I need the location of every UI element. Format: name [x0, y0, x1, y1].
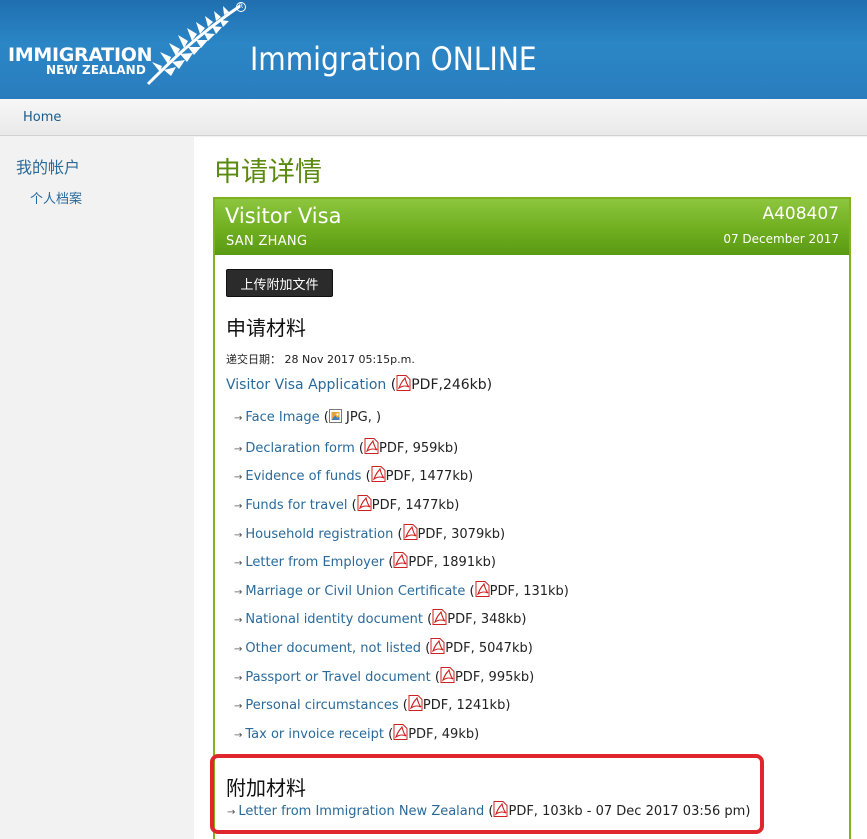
document-link[interactable]: Evidence of funds [245, 469, 361, 484]
submit-date: 递交日期： 28 Nov 2017 05:15p.m. [226, 351, 415, 367]
pdf-icon[interactable] [393, 724, 408, 740]
pdf-icon[interactable] [430, 638, 445, 654]
arrow-bullet-icon: → [234, 615, 243, 626]
list-item: → Other document, not listed (PDF, 5047kb… [234, 638, 533, 656]
arrow-bullet-icon: → [234, 530, 243, 541]
nav-bar: Home [0, 99, 867, 136]
arrow-bullet-icon: → [234, 587, 243, 598]
main-document: Visitor Visa Application (PDF,246kb) [226, 375, 493, 393]
list-item: → Personal circumstances (PDF, 1241kb) [234, 695, 510, 713]
document-meta: PDF, 5047kb) [445, 641, 533, 656]
arrow-bullet-icon: → [234, 644, 243, 655]
list-item: → Household registration (PDF, 3079kb) [234, 524, 505, 542]
pdf-icon[interactable] [396, 375, 411, 391]
page-title: 申请详情 [214, 157, 322, 188]
document-meta: PDF, 131kb) [489, 584, 569, 599]
arrow-bullet-icon: → [234, 501, 243, 512]
list-item: → Declaration form (PDF, 959kb) [234, 438, 458, 456]
list-item: → National identity document (PDF, 348kb) [234, 609, 527, 627]
document-meta: PDF, 1891kb) [408, 555, 496, 570]
pdf-icon[interactable] [357, 495, 372, 511]
main-content: 申请详情 Visitor Visa SAN ZHANG A408407 07 D… [194, 137, 867, 839]
document-link[interactable]: Other document, not listed [245, 641, 421, 656]
document-link[interactable]: Face Image [245, 410, 319, 425]
document-link[interactable]: Tax or invoice receipt [245, 727, 384, 742]
application-header: Visitor Visa SAN ZHANG A408407 07 Decemb… [215, 199, 849, 255]
pdf-icon[interactable] [440, 667, 455, 683]
main-document-link[interactable]: Visitor Visa Application [226, 377, 386, 393]
list-item: → Funds for travel (PDF, 1477kb) [234, 495, 459, 513]
nav-home-link[interactable]: Home [23, 110, 61, 125]
silver-fern-icon [146, 4, 241, 86]
jpg-image-icon[interactable] [328, 409, 342, 423]
sidebar-item-profile[interactable]: 个人档案 [30, 188, 82, 207]
visa-type: Visitor Visa [225, 204, 342, 228]
document-link[interactable]: Passport or Travel document [245, 670, 430, 685]
document-meta: JPG, ) [341, 410, 382, 425]
arrow-bullet-icon: → [234, 673, 243, 684]
arrow-bullet-icon: → [227, 807, 236, 818]
document-meta: PDF, 995kb) [454, 670, 535, 685]
pdf-icon[interactable] [432, 609, 447, 625]
pdf-icon[interactable] [493, 801, 508, 817]
sidebar-my-account[interactable]: 我的帐户 [16, 154, 80, 178]
list-item: → Face Image ( JPG, ) [234, 409, 382, 425]
document-meta: PDF, 1241kb) [422, 698, 511, 713]
application-date: 07 December 2017 [723, 232, 839, 246]
additional-document-meta: PDF, 103kb - 07 Dec 2017 03:56 pm) [508, 804, 751, 819]
pdf-icon[interactable] [393, 552, 408, 568]
app-title: Immigration ONLINE [250, 40, 537, 78]
additional-section-title: 附加材料 [226, 776, 306, 800]
list-item: → Marriage or Civil Union Certificate (PD… [234, 581, 569, 599]
site-header: R IMMIGRATION NEW ZEALAND Immigration ON… [0, 0, 867, 99]
logo-text-new-zealand: NEW ZEALAND [46, 63, 146, 77]
pdf-icon[interactable] [408, 695, 423, 711]
document-link[interactable]: Letter from Employer [245, 555, 384, 570]
document-meta: PDF, 3079kb) [417, 527, 506, 542]
document-meta: PDF, 959kb) [379, 441, 459, 456]
pdf-icon[interactable] [371, 466, 386, 482]
application-panel: Visitor Visa SAN ZHANG A408407 07 Decemb… [213, 197, 851, 839]
document-meta: PDF, 1477kb) [371, 498, 460, 513]
document-link[interactable]: Declaration form [245, 441, 354, 456]
materials-section-title: 申请材料 [226, 316, 306, 340]
arrow-bullet-icon: → [234, 472, 243, 483]
list-item: → Evidence of funds (PDF, 1477kb) [234, 466, 473, 484]
document-link[interactable]: Funds for travel [245, 498, 347, 513]
arrow-bullet-icon: → [234, 444, 243, 455]
document-link[interactable]: Household registration [245, 527, 393, 542]
pdf-icon[interactable] [364, 438, 379, 454]
application-number: A408407 [762, 204, 839, 224]
document-meta: PDF, 1477kb) [385, 469, 474, 484]
additional-document-link[interactable]: Letter from Immigration New Zealand [238, 804, 484, 819]
document-link[interactable]: National identity document [245, 612, 423, 627]
submit-date-label: 递交日期： [226, 353, 281, 366]
applicant-name: SAN ZHANG [226, 234, 308, 249]
upload-additional-files-button[interactable]: 上传附加文件 [226, 269, 333, 297]
list-item: → Letter from Immigration New Zealand (PD… [227, 801, 750, 819]
sidebar: 我的帐户 个人档案 [0, 137, 194, 839]
list-item: → Letter from Employer (PDF, 1891kb) [234, 552, 496, 570]
document-meta: PDF, 348kb) [447, 612, 527, 627]
document-meta: PDF, 49kb) [408, 727, 480, 742]
pdf-icon[interactable] [475, 581, 490, 597]
registered-mark: R [236, 2, 246, 12]
list-item: → Tax or invoice receipt (PDF, 49kb) [234, 724, 479, 742]
arrow-bullet-icon: → [234, 730, 243, 741]
arrow-bullet-icon: → [234, 558, 243, 569]
document-link[interactable]: Marriage or Civil Union Certificate [245, 584, 465, 599]
pdf-icon[interactable] [403, 524, 418, 540]
arrow-bullet-icon: → [234, 701, 243, 712]
main-document-meta: PDF,246kb) [411, 377, 493, 393]
document-link[interactable]: Personal circumstances [245, 698, 398, 713]
arrow-bullet-icon: → [234, 413, 243, 424]
submit-date-value: 28 Nov 2017 05:15p.m. [284, 353, 415, 366]
list-item: → Passport or Travel document (PDF, 995kb… [234, 667, 534, 685]
